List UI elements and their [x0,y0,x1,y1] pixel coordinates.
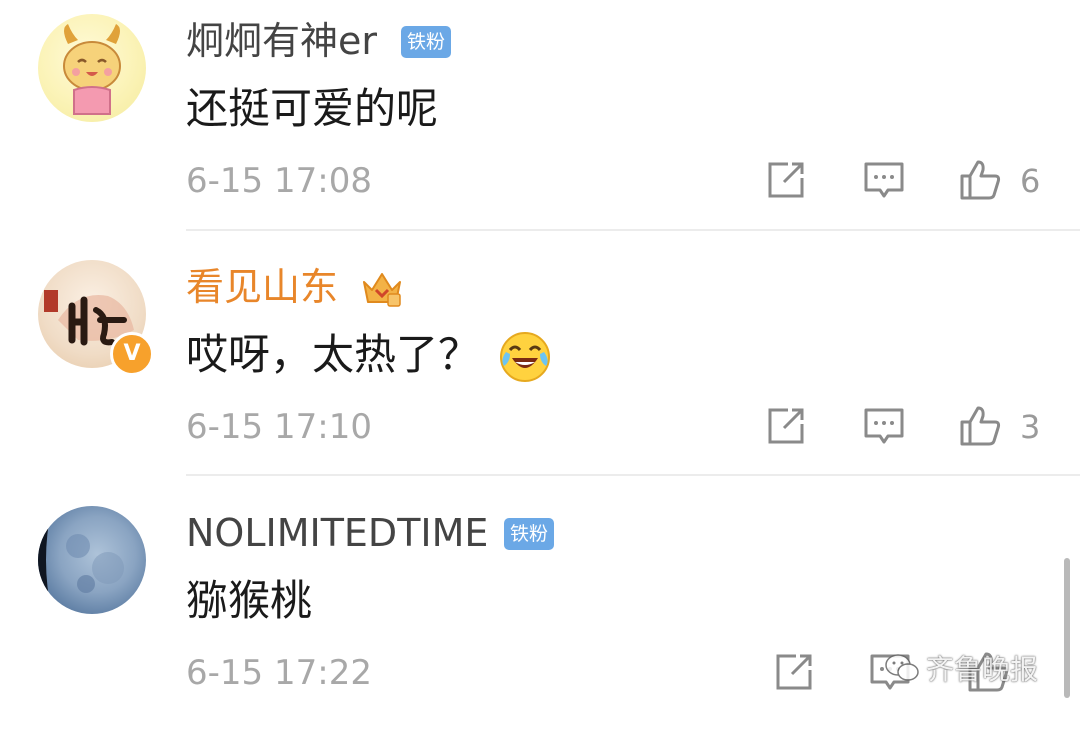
repost-button[interactable] [764,158,808,202]
comment-text: 哎呀，太热了？ [186,330,481,379]
username[interactable]: NOLIMITEDTIME [186,508,488,558]
watermark: 齐鲁晚报 [884,648,1038,688]
moon-avatar-icon [38,506,124,614]
divider [186,474,1080,476]
repost-icon [776,654,812,690]
comment-item: V 看见山东 哎呀，太热了？ 6-15 17:10 3 [0,246,1080,492]
username[interactable]: 炯炯有神er [186,16,377,66]
comment-text: 猕猴桃 [186,576,313,625]
like-count: 6 [1020,162,1041,200]
wechat-icon [885,654,919,681]
reply-button[interactable] [862,158,906,202]
repost-icon [768,162,804,198]
verified-badge: V [110,332,154,376]
comment-item: 炯炯有神er 铁粉 还挺可爱的呢 6-15 17:08 6 [0,0,1080,246]
repost-icon [768,408,804,444]
repost-button[interactable] [772,650,816,694]
comment-text: 还挺可爱的呢 [186,84,439,133]
laughing-crying-emoji-icon [500,332,550,382]
cartoon-avatar-icon [63,24,121,115]
like-count: 3 [1020,408,1041,446]
fan-badge: 铁粉 [504,518,555,550]
avatar[interactable] [38,506,146,614]
watermark-text: 齐鲁晚报 [926,653,1039,686]
avatar[interactable] [38,14,146,122]
scrollbar[interactable] [1064,558,1070,698]
username[interactable]: 看见山东 [186,262,338,312]
thumbs-up-icon [960,160,1001,200]
timestamp: 6-15 17:22 [186,653,372,693]
timestamp: 6-15 17:08 [186,161,372,201]
comment-icon [864,408,904,444]
fan-badge: 铁粉 [401,26,452,58]
repost-button[interactable] [764,404,808,448]
divider [186,229,1080,231]
crown-icon [363,273,401,307]
like-button[interactable] [958,158,1002,202]
thumbs-up-icon [960,406,1001,446]
comment-item: NOLIMITEDTIME 铁粉 猕猴桃 6-15 17:22 [0,492,1080,738]
like-button[interactable] [958,404,1002,448]
reply-button[interactable] [862,404,906,448]
timestamp: 6-15 17:10 [186,407,372,447]
comment-icon [864,162,904,198]
